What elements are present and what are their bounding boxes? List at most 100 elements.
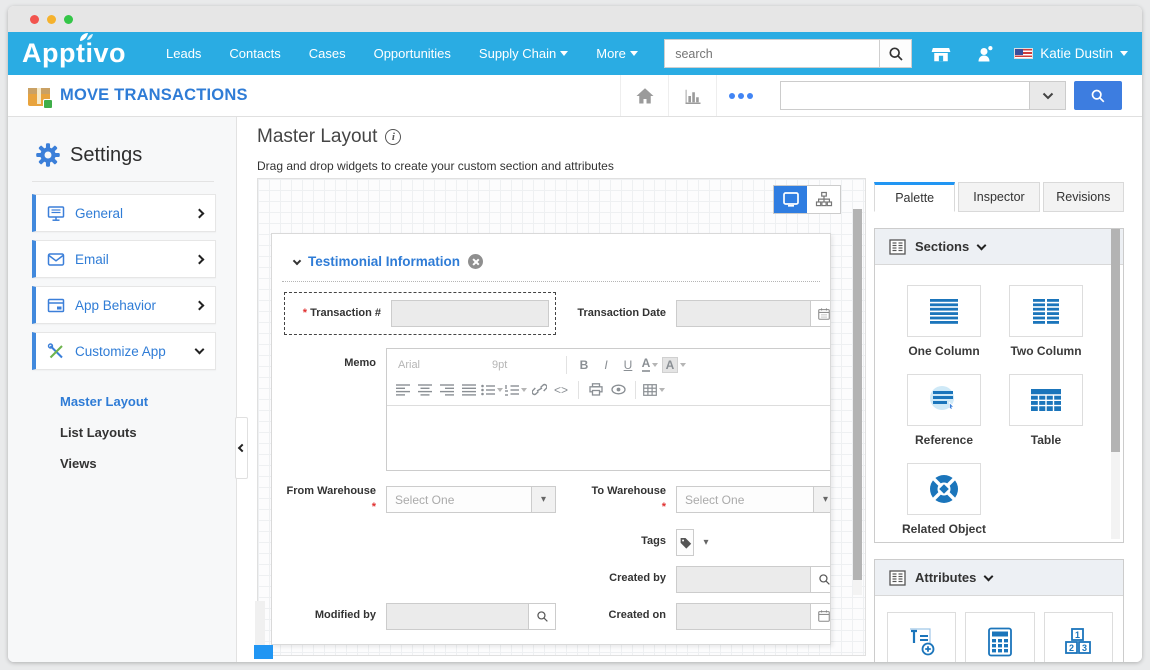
nav-item-cases[interactable]: Cases [309, 46, 346, 61]
calendar-button[interactable] [811, 300, 831, 327]
sidebar-item-app-behavior[interactable]: App Behavior [32, 286, 216, 324]
record-selector [780, 81, 1066, 110]
palette-item-number-attribute[interactable] [965, 612, 1034, 662]
attributes-group-header[interactable]: Attributes [875, 560, 1123, 596]
canvas-scrollbar[interactable] [853, 209, 862, 595]
sidebar-collapse-button[interactable] [235, 417, 248, 479]
apptivo-logo[interactable]: Apptivo [22, 38, 126, 69]
palette-item-counter-attribute[interactable]: 1 2 3 [1044, 612, 1113, 662]
canvas-left-scrollbar[interactable] [255, 601, 265, 645]
maximize-window-icon[interactable] [64, 15, 73, 24]
sidebar-subitem-master-layout[interactable]: Master Layout [60, 394, 236, 409]
section-collapse-icon[interactable] [293, 256, 301, 264]
record-select-dropdown-button[interactable] [1030, 81, 1066, 110]
memo-textarea[interactable] [387, 406, 831, 470]
tree-view-toggle[interactable] [807, 186, 840, 213]
panel-scrollbar[interactable] [1111, 229, 1120, 539]
created-on-field [676, 603, 831, 630]
sidebar-item-email[interactable]: Email [32, 240, 216, 278]
link-button[interactable] [529, 380, 549, 400]
user-status-button[interactable] [970, 39, 1000, 69]
nav-item-supply-chain[interactable]: Supply Chain [479, 46, 568, 61]
record-search-button[interactable] [1074, 81, 1122, 110]
sidebar-item-general[interactable]: General [32, 194, 216, 232]
nav-item-leads[interactable]: Leads [166, 46, 201, 61]
tools-icon [47, 343, 65, 360]
close-window-icon[interactable] [30, 15, 39, 24]
info-icon[interactable]: i [385, 129, 401, 145]
nav-item-contacts[interactable]: Contacts [229, 46, 280, 61]
transaction-number-input[interactable] [391, 300, 549, 327]
lookup-button[interactable] [529, 603, 556, 630]
chevron-down-icon[interactable]: ▾ [814, 486, 831, 513]
home-button[interactable] [620, 75, 668, 116]
nav-item-opportunities[interactable]: Opportunities [374, 46, 451, 61]
tags-button[interactable]: ▾ [676, 529, 718, 556]
chevron-down-icon[interactable]: ▾ [532, 486, 556, 513]
transaction-date-input[interactable] [676, 300, 811, 327]
sidebar-title: Settings [70, 144, 142, 167]
sidebar-item-customize-app[interactable]: Customize App [32, 332, 216, 370]
section-title[interactable]: Testimonial Information [308, 254, 460, 269]
transaction-date-field [676, 300, 831, 327]
palette-item-reference[interactable]: Reference [893, 374, 995, 447]
numbered-list-button[interactable] [505, 380, 527, 400]
palette-item-text-attribute[interactable] [887, 612, 956, 662]
underline-button[interactable]: U [618, 355, 638, 375]
tab-inspector[interactable]: Inspector [958, 182, 1039, 212]
global-search-input[interactable] [664, 39, 879, 68]
memo-rich-text-editor[interactable]: Arial 9pt B I U [386, 348, 831, 471]
palette-item-related-object[interactable]: Related Object [893, 463, 995, 536]
from-warehouse-select[interactable]: Select One ▾ [386, 486, 556, 513]
modified-by-input[interactable] [386, 603, 529, 630]
code-button[interactable]: <> [551, 380, 571, 400]
bullet-list-button[interactable] [481, 380, 503, 400]
nav-item-more[interactable]: More [596, 46, 638, 61]
font-size-select[interactable]: 9pt [487, 355, 559, 375]
align-left-button[interactable] [393, 380, 413, 400]
desktop-view-toggle[interactable] [774, 186, 807, 213]
italic-button[interactable]: I [596, 355, 616, 375]
palette-item-table[interactable]: Table [995, 374, 1097, 447]
record-select-input[interactable] [780, 81, 1030, 110]
section-remove-icon[interactable] [468, 254, 483, 269]
align-justify-button[interactable] [459, 380, 479, 400]
calendar-button[interactable] [811, 603, 831, 630]
to-warehouse-select[interactable]: Select One ▾ [676, 486, 831, 513]
app-store-button[interactable] [926, 39, 956, 69]
bold-button[interactable]: B [574, 355, 594, 375]
tab-revisions[interactable]: Revisions [1043, 182, 1124, 212]
global-search-button[interactable] [879, 39, 912, 68]
palette-item-one-column[interactable]: One Column [893, 285, 995, 358]
table-button[interactable] [643, 380, 665, 400]
font-family-select[interactable]: Arial [393, 355, 485, 375]
flag-icon [1014, 48, 1033, 59]
align-center-button[interactable] [415, 380, 435, 400]
align-right-button[interactable] [437, 380, 457, 400]
user-menu[interactable]: Katie Dustin [1014, 46, 1128, 61]
minimize-window-icon[interactable] [47, 15, 56, 24]
sections-group-header[interactable]: Sections [875, 229, 1123, 265]
tab-palette[interactable]: Palette [874, 182, 955, 212]
created-by-input[interactable] [676, 566, 811, 593]
bg-color-button[interactable]: A [662, 355, 686, 375]
text-color-button[interactable]: A [640, 355, 660, 375]
selected-field-transaction-number[interactable]: * Transaction # [284, 292, 556, 335]
table-icon [1030, 388, 1062, 412]
layout-canvas[interactable]: Testimonial Information * Transaction # [257, 178, 866, 656]
sidebar-subitem-views[interactable]: Views [60, 456, 236, 471]
lookup-button[interactable] [811, 566, 831, 593]
chevron-down-icon [497, 388, 503, 392]
created-on-input[interactable] [676, 603, 811, 630]
app-title: MOVE TRANSACTIONS [60, 86, 248, 105]
monitor-icon [782, 191, 800, 208]
display-icon [47, 205, 65, 222]
reports-button[interactable] [668, 75, 716, 116]
field-label: Transaction Date [566, 306, 666, 322]
print-button[interactable] [586, 380, 606, 400]
preview-button[interactable] [608, 380, 628, 400]
more-actions-button[interactable] [716, 75, 764, 116]
one-column-icon [928, 298, 960, 324]
sidebar-subitem-list-layouts[interactable]: List Layouts [60, 425, 236, 440]
palette-item-two-column[interactable]: Two Column [995, 285, 1097, 358]
